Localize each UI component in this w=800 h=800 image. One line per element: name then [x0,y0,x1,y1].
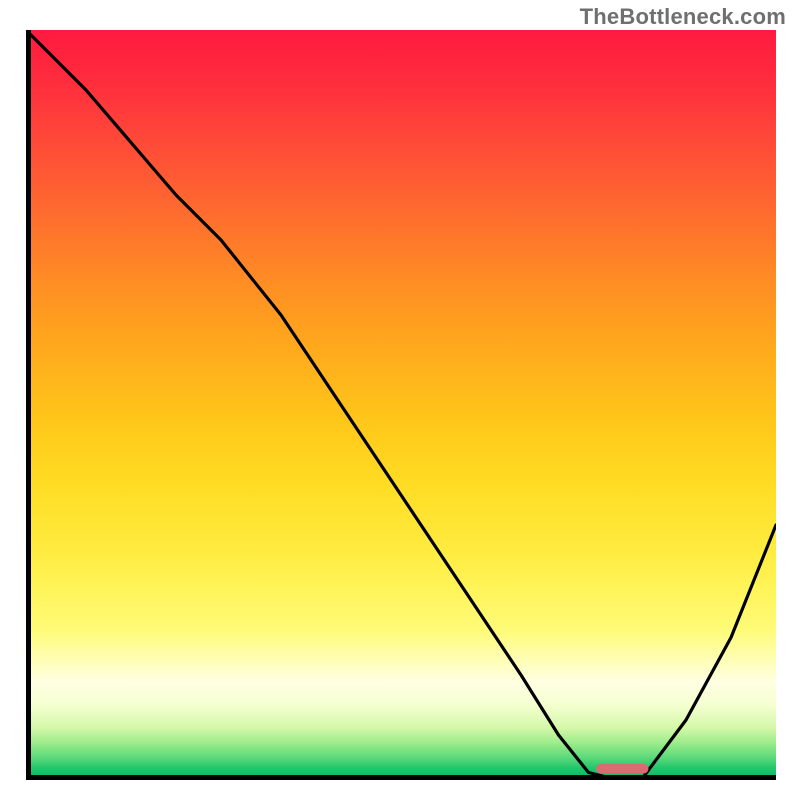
watermark-text: TheBottleneck.com [580,4,786,30]
marker-layer [26,30,776,780]
optimum-marker [596,764,649,774]
plot-area [26,30,776,780]
bottleneck-chart: TheBottleneck.com [0,0,800,800]
